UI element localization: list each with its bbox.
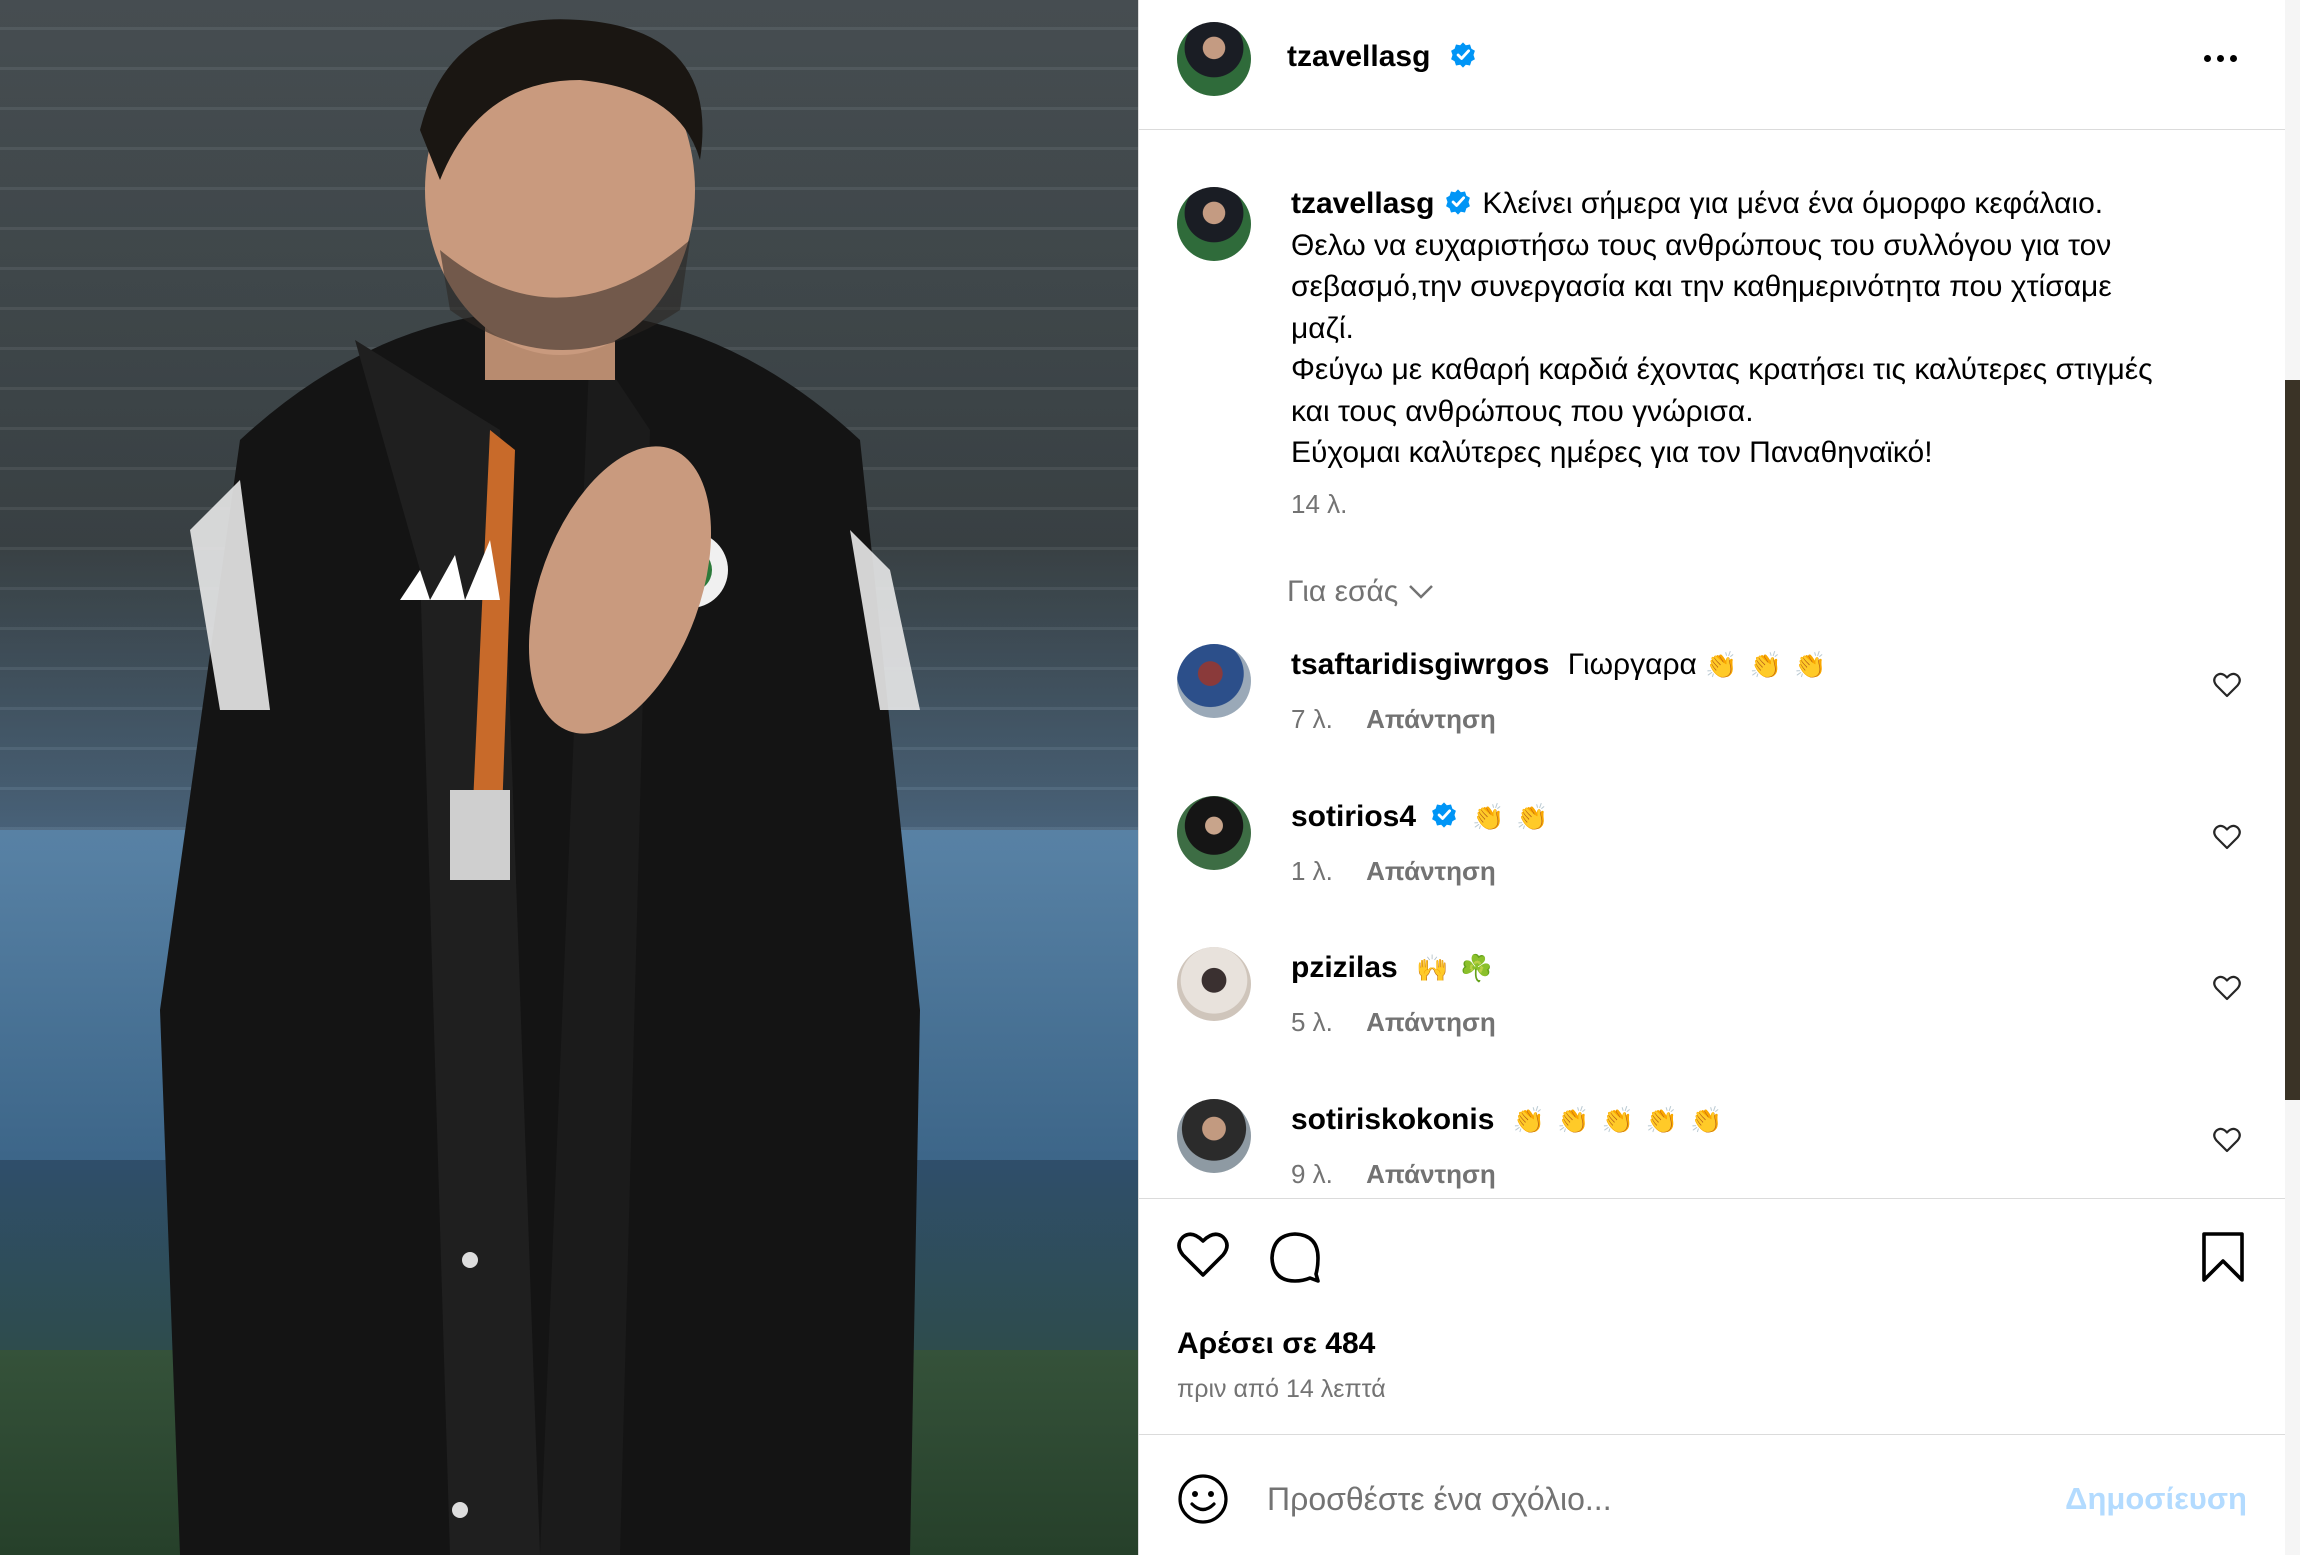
commenter-username[interactable]: tsaftaridisgiwrgos [1291, 648, 1549, 681]
heart-icon[interactable] [2213, 672, 2241, 698]
comment-time[interactable]: 9 λ. [1291, 1159, 1333, 1189]
reply-button[interactable]: Απάντηση [1366, 1159, 1496, 1189]
comment-item: tsaftaridisgiwrgos Γιωργαρα 👏👏👏 7 λ. Απά… [1139, 644, 2285, 764]
more-dot [2216, 54, 2224, 62]
comment-meta: 9 λ. Απάντηση [1291, 1159, 1496, 1190]
post-actions: Αρέσει σε 484 πριν από 14 λεπτά [1139, 1198, 2285, 1434]
heart-icon[interactable] [2213, 1127, 2241, 1153]
caption-author-avatar[interactable] [1177, 187, 1251, 261]
author-avatar[interactable] [1177, 22, 1251, 96]
smiley-icon[interactable] [1177, 1473, 1229, 1525]
comment-emojis: 👏👏 [1472, 803, 1561, 833]
reply-button[interactable]: Απάντηση [1366, 856, 1496, 886]
more-options-button[interactable] [2195, 38, 2245, 78]
comment-emojis: 👏👏👏👏👏 [1512, 1106, 1735, 1136]
comment-item: sotirios4 👏👏 1 λ. Απάντηση [1139, 796, 2285, 916]
author-username-wrap[interactable]: tzavellasg [1287, 40, 1477, 74]
comment-item: pzizilas 🙌☘️ 5 λ. Απάντηση [1139, 947, 2285, 1067]
bookmark-icon[interactable] [2201, 1231, 2245, 1283]
comment-text: tsaftaridisgiwrgos Γιωργαρα 👏👏👏 [1291, 648, 1838, 682]
comment-time[interactable]: 5 λ. [1291, 1007, 1333, 1037]
comment-emojis: 🙌☘️ [1416, 954, 1505, 984]
more-horizontal-icon [2203, 54, 2211, 62]
add-comment-bar: Δημοσίευση [1139, 1434, 2285, 1555]
commenter-avatar[interactable] [1177, 947, 1251, 1021]
caption-author-username[interactable]: tzavellasg [1291, 187, 1434, 220]
comment-text: sotiriskokonis 👏👏👏👏👏 [1291, 1103, 1735, 1137]
commenter-username[interactable]: sotiriskokonis [1291, 1103, 1494, 1136]
for-you-sort-dropdown[interactable]: Για εσάς [1287, 575, 1434, 609]
caption-timestamp[interactable]: 14 λ. [1291, 489, 1347, 520]
caption-line: Θελω να ευχαριστήσω τους ανθρώπους του σ… [1291, 228, 2112, 262]
caption-line: και τους ανθρώπους που γνώρισα. [1291, 394, 1754, 428]
reply-button[interactable]: Απάντηση [1366, 704, 1496, 734]
comments-scroll-area[interactable]: tzavellasg Κλείνει σήμερα για μένα ένα όμ… [1139, 131, 2285, 1198]
author-username[interactable]: tzavellasg [1287, 40, 1430, 73]
reply-button[interactable]: Απάντηση [1366, 1007, 1496, 1037]
caption-line: Εύχομαι καλύτερες ημέρες για τον Παναθην… [1291, 436, 1933, 469]
verified-badge-icon [1450, 42, 1475, 68]
likes-count[interactable]: Αρέσει σε 484 [1177, 1327, 1375, 1361]
comment-text: pzizilas 🙌☘️ [1291, 951, 1505, 985]
comment-time[interactable]: 7 λ. [1291, 704, 1333, 734]
heart-icon[interactable] [2213, 824, 2241, 850]
post-caption: tzavellasg Κλείνει σήμερα για μένα ένα όμ… [1291, 183, 2261, 474]
background-page-edge [2285, 0, 2300, 1555]
comment-meta: 1 λ. Απάντηση [1291, 856, 1496, 887]
commenter-avatar[interactable] [1177, 796, 1251, 870]
like-button[interactable] [1177, 1231, 1229, 1279]
comment-meta: 7 λ. Απάντηση [1291, 704, 1496, 735]
verified-badge-icon [1446, 189, 1471, 215]
caption-line: μαζί. [1291, 311, 1354, 345]
commenter-username[interactable]: sotirios4 [1291, 800, 1416, 833]
for-you-label: Για εσάς [1287, 575, 1399, 608]
heart-icon[interactable] [2213, 975, 2241, 1001]
commenter-avatar[interactable] [1177, 644, 1251, 718]
more-dot [2229, 54, 2237, 62]
post-panel: tzavellasg tzavellasg Κλείνει σήμερα για … [1138, 0, 2285, 1555]
caption-line: Κλείνει σήμερα για μένα ένα όμορφο κεφάλ… [1482, 187, 2104, 220]
comment-bubble-icon[interactable] [1269, 1231, 1321, 1283]
comment-emojis: 👏👏👏 [1705, 651, 1839, 681]
comment-time[interactable]: 1 λ. [1291, 856, 1333, 886]
verified-badge-icon [1432, 802, 1456, 828]
caption-line: σεβασμό,την συνεργασία και την καθημεριν… [1291, 270, 2112, 303]
commenter-avatar[interactable] [1177, 1099, 1251, 1173]
post-photo[interactable] [0, 0, 1138, 1555]
post-timestamp[interactable]: πριν από 14 λεπτά [1177, 1375, 1386, 1404]
chevron-down-icon [1409, 585, 1434, 599]
comment-input[interactable] [1267, 1471, 2047, 1527]
caption-line: Φεύγω με καθαρή καρδιά έχοντας κρατήσει … [1291, 353, 2153, 386]
post-header: tzavellasg [1139, 0, 2285, 130]
comment-body: Γιωργαρα [1567, 648, 1697, 681]
commenter-username[interactable]: pzizilas [1291, 951, 1398, 984]
comment-text: sotirios4 👏👏 [1291, 800, 1561, 834]
comment-item: sotiriskokonis 👏👏👏👏👏 9 λ. Απάντηση [1139, 1099, 2285, 1198]
comment-meta: 5 λ. Απάντηση [1291, 1007, 1496, 1038]
coach-figure [160, 19, 920, 1555]
post-comment-button[interactable]: Δημοσίευση [2065, 1481, 2247, 1517]
